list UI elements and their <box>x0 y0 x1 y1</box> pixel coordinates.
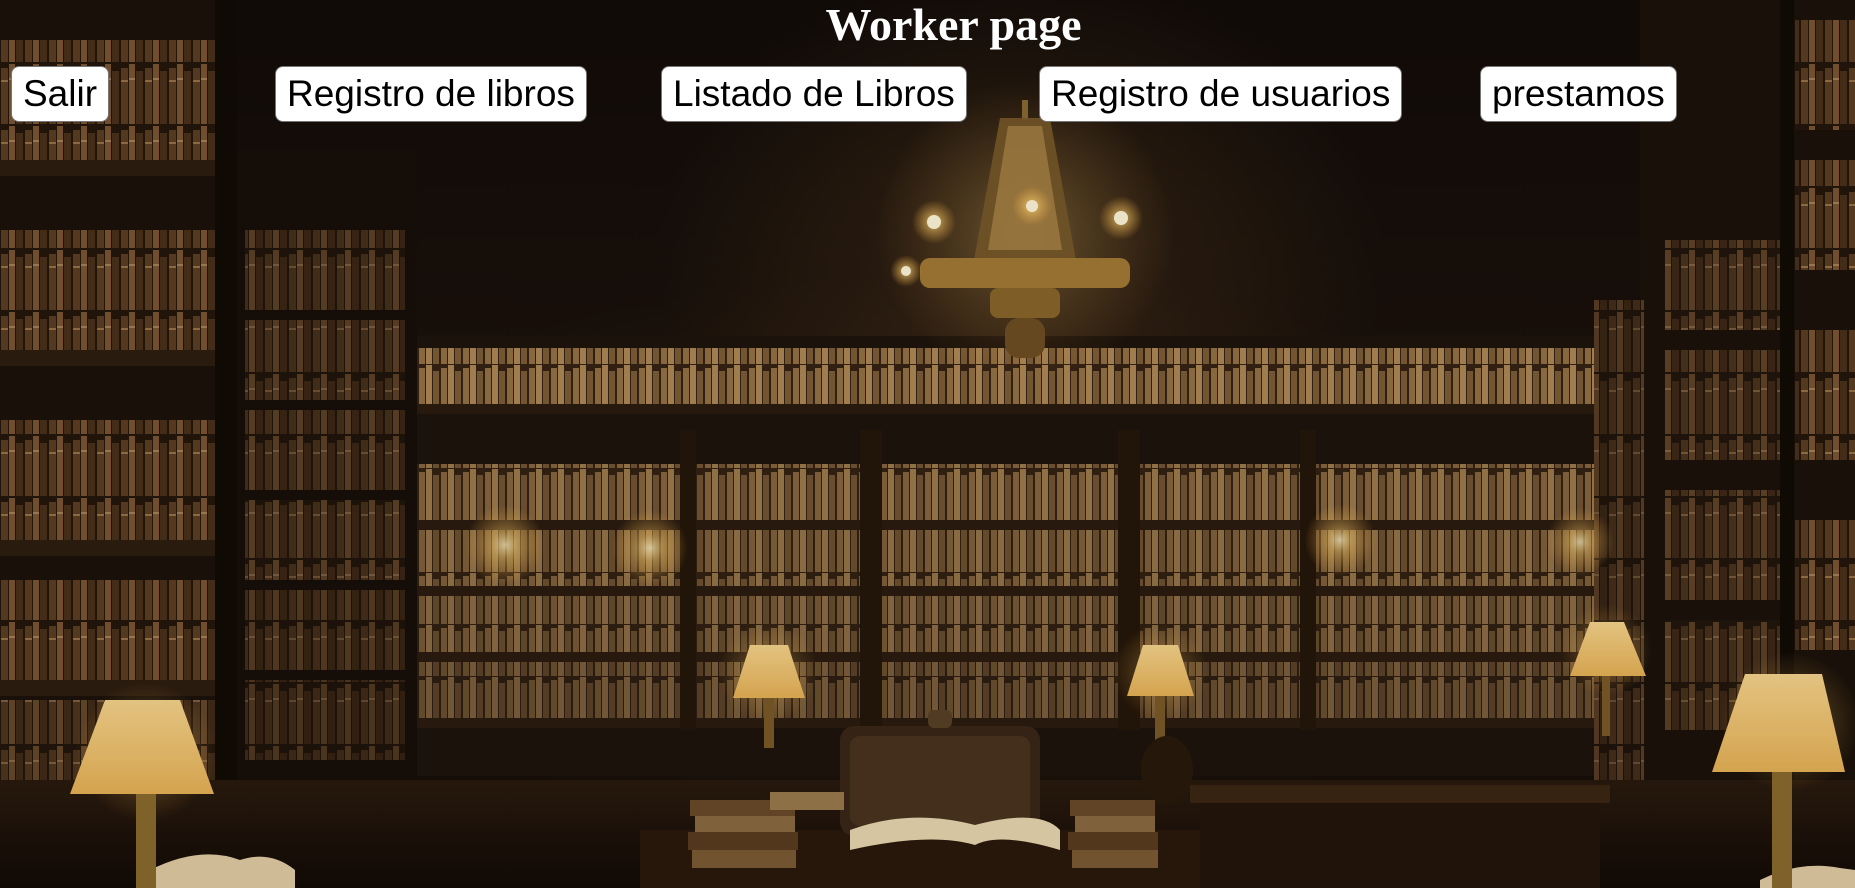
vignette <box>0 0 1855 888</box>
logout-button[interactable]: Salir <box>11 66 110 122</box>
loans-button[interactable]: prestamos <box>1480 66 1677 122</box>
worker-page: Worker page Salir Registro de libros Lis… <box>0 0 1855 888</box>
list-books-button[interactable]: Listado de Libros <box>661 66 967 122</box>
page-title: Worker page <box>825 0 1082 50</box>
library-background <box>0 0 1855 888</box>
register-books-button[interactable]: Registro de libros <box>275 66 587 122</box>
register-users-button[interactable]: Registro de usuarios <box>1039 66 1403 122</box>
